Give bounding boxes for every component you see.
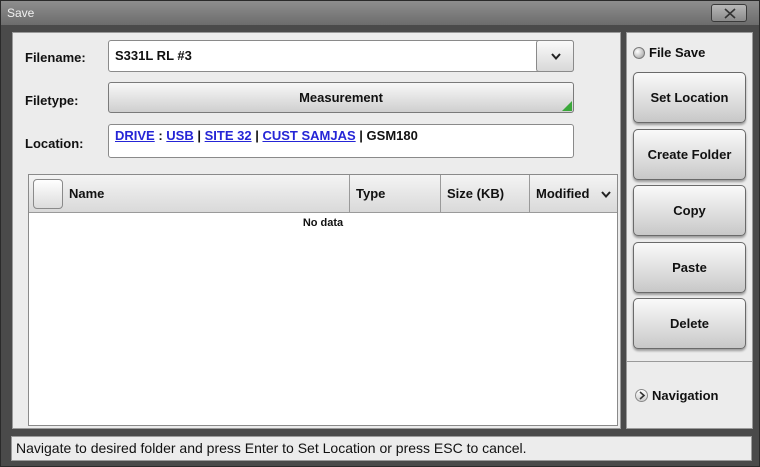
window-title: Save [7,6,35,20]
column-header-modified[interactable]: Modified [529,175,617,213]
breadcrumb-drive[interactable]: DRIVE [115,128,155,143]
save-dialog: Save Filename: S331L RL #3 Filetype: Mea… [0,0,760,467]
chevron-down-icon [601,191,611,198]
delete-button[interactable]: Delete [633,298,746,349]
breadcrumb-site[interactable]: SITE 32 [205,128,252,143]
filetype-value: Measurement [299,90,383,105]
side-panel: File Save Set Location Create Folder Cop… [626,32,753,429]
set-location-button[interactable]: Set Location [633,72,746,123]
status-bar: Navigate to desired folder and press Ent… [11,436,752,461]
filename-field[interactable]: S331L RL #3 [108,40,574,72]
breadcrumb-separator: | [251,128,263,143]
column-header-size[interactable]: Size (KB) [440,175,529,213]
breadcrumb-current: GSM180 [366,128,418,143]
submenu-indicator [562,101,572,111]
table-header: Name Type Size (KB) Modified [29,175,617,213]
column-header-name[interactable]: Name [63,175,349,213]
column-header-modified-label: Modified [536,186,590,201]
empty-table-message: No data [302,217,344,229]
column-header-type[interactable]: Type [349,175,440,213]
main-panel: Filename: S331L RL #3 Filetype: Measurem… [12,32,621,429]
filetype-label: Filetype: [25,93,79,108]
navigation-button[interactable]: Navigation [635,388,718,403]
side-divider [627,361,752,362]
file-save-option[interactable]: File Save [633,45,705,60]
filename-label: Filename: [25,50,86,65]
filename-dropdown-button[interactable] [536,40,574,72]
close-button[interactable] [711,4,747,22]
paste-button[interactable]: Paste [633,242,746,293]
create-folder-button[interactable]: Create Folder [633,129,746,180]
navigation-label: Navigation [652,388,719,403]
location-breadcrumb: DRIVE : USB | SITE 32 | CUST SAMJAS | GS… [108,124,574,158]
breadcrumb-usb[interactable]: USB [166,128,193,143]
radio-icon [633,47,645,59]
breadcrumb-separator: : [154,128,167,143]
breadcrumb-cust[interactable]: CUST SAMJAS [262,128,355,143]
location-label: Location: [25,136,84,151]
chevron-right-icon [635,389,648,402]
select-all-checkbox[interactable] [33,179,63,209]
chevron-down-icon [551,53,561,60]
file-save-label: File Save [649,45,706,60]
file-table: Name Type Size (KB) Modified No data [28,174,618,426]
breadcrumb-separator: | [355,128,367,143]
title-bar: Save [1,1,759,25]
copy-button[interactable]: Copy [633,185,746,236]
filename-value: S331L RL #3 [115,48,192,63]
breadcrumb-separator: | [193,128,205,143]
filetype-button[interactable]: Measurement [108,82,574,113]
close-icon [724,8,736,19]
